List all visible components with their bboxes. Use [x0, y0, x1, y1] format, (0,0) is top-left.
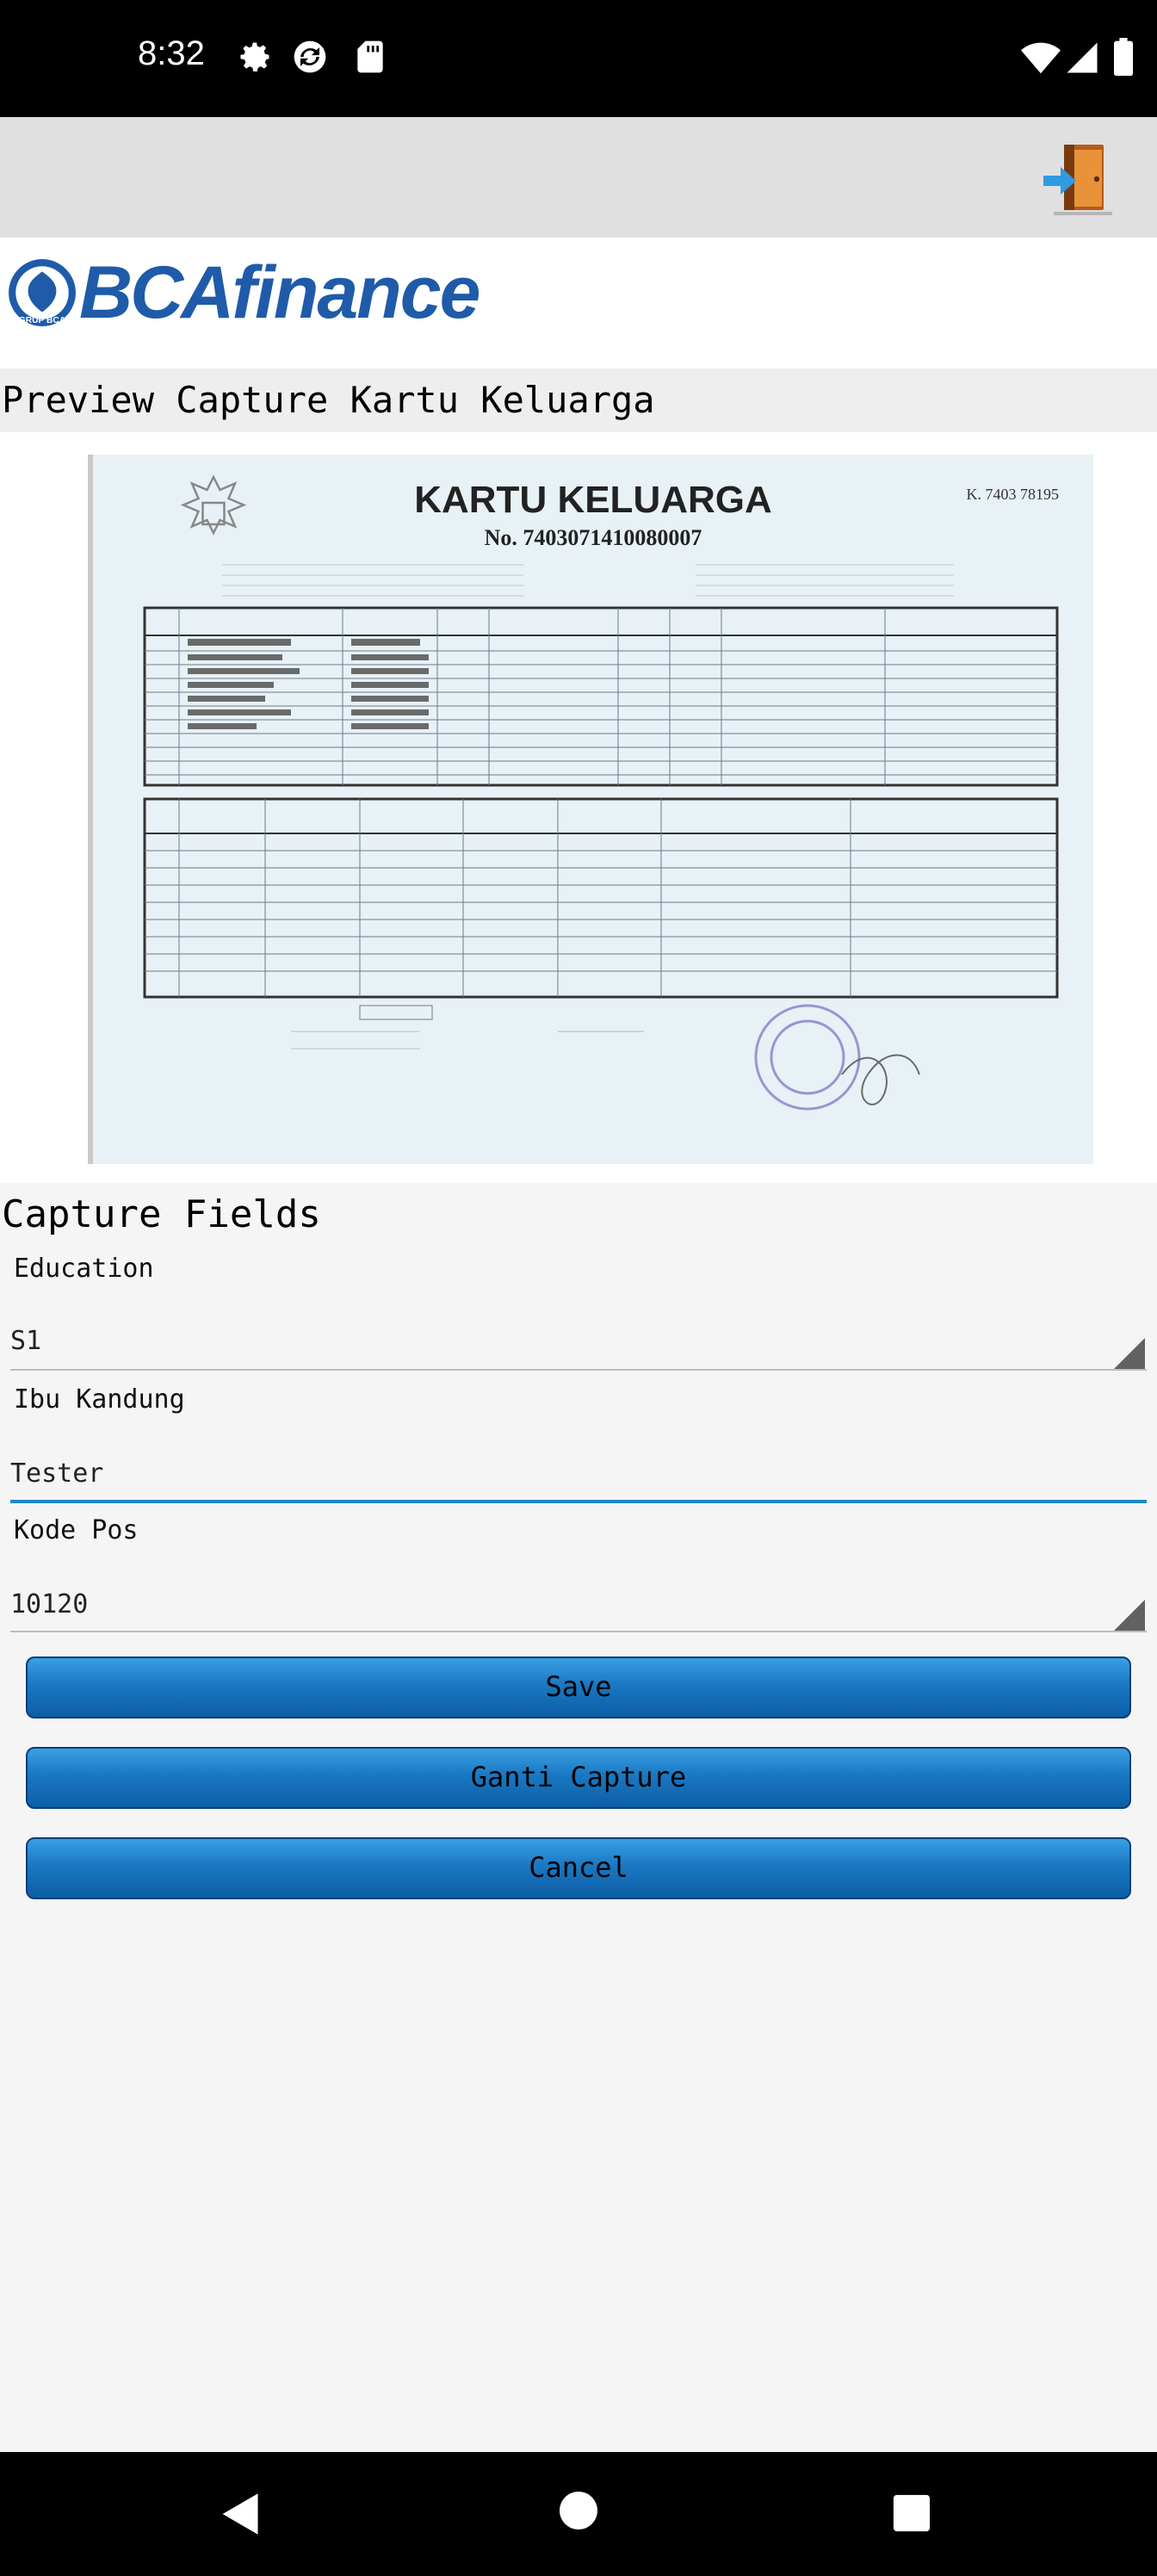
kode-pos-underline [10, 1631, 1147, 1632]
education-dropdown[interactable]: S1 [10, 1326, 41, 1356]
sd-card-icon [357, 40, 383, 73]
svg-text:GRUP BCA: GRUP BCA [19, 316, 66, 325]
preview-header: Preview Capture Kartu Keluarga [0, 368, 1157, 432]
capture-fields-area [0, 1183, 1157, 2452]
document-tables [143, 564, 1059, 1111]
signal-icon [1067, 42, 1098, 73]
education-label: Education [14, 1254, 154, 1284]
cancel-button[interactable]: Cancel [26, 1837, 1131, 1899]
recents-icon[interactable] [892, 2493, 931, 2533]
bca-emblem-icon: GRUP BCA [9, 259, 76, 326]
education-underline [10, 1369, 1147, 1371]
dropdown-arrow-icon[interactable] [1114, 1338, 1145, 1369]
gear-icon [240, 42, 269, 72]
kode-pos-dropdown[interactable]: 10120 [10, 1589, 88, 1619]
ibu-kandung-underline [10, 1500, 1147, 1503]
capture-fields-header: Capture Fields [2, 1192, 321, 1236]
back-icon[interactable] [217, 2490, 262, 2538]
ibu-kandung-input[interactable]: Tester [10, 1458, 103, 1489]
ibu-kandung-label: Ibu Kandung [14, 1384, 185, 1415]
sync-icon [294, 40, 326, 73]
navigation-bar [0, 2452, 1157, 2576]
app-bar [0, 117, 1157, 238]
dropdown-arrow-icon[interactable] [1114, 1600, 1145, 1631]
save-button[interactable]: Save [26, 1656, 1131, 1718]
brand-bca-text: BCA [79, 251, 234, 334]
brand-finance-text: finance [232, 251, 480, 334]
exit-door-icon[interactable] [1040, 138, 1123, 220]
home-icon[interactable] [558, 2490, 599, 2531]
battery-icon [1114, 38, 1133, 76]
bca-finance-logo: GRUP BCA BCA finance [7, 250, 480, 336]
status-bar: 8:32 [0, 0, 1157, 117]
logo-area: GRUP BCA BCA finance [0, 238, 1157, 368]
kode-pos-label: Kode Pos [14, 1515, 139, 1545]
capture-preview: K. 7403 78195 KARTU KELUARGA No. 7403071… [0, 432, 1157, 1183]
kartu-keluarga-image: K. 7403 78195 KARTU KELUARGA No. 7403071… [88, 455, 1093, 1164]
wifi-icon [1021, 42, 1061, 74]
status-time: 8:32 [138, 34, 205, 72]
ganti-capture-button[interactable]: Ganti Capture [26, 1747, 1131, 1809]
